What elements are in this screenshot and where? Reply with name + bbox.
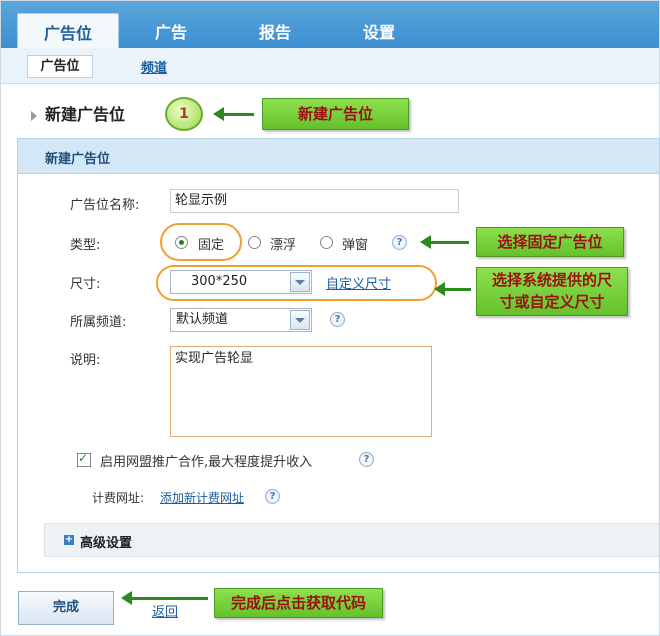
- arrow-icon: [434, 282, 471, 296]
- triangle-icon: [31, 110, 37, 121]
- radio-popup-label: 弹窗: [342, 238, 369, 253]
- advanced-settings[interactable]: + 高级设置: [44, 523, 659, 557]
- tab-settings[interactable]: 设置: [329, 15, 429, 48]
- radio-floating[interactable]: [248, 236, 261, 249]
- callout-fixed: 选择固定广告位: [476, 227, 624, 257]
- chevron-down-icon[interactable]: [290, 310, 310, 330]
- radio-fixed-label: 固定: [198, 238, 225, 253]
- done-button[interactable]: 完成: [18, 591, 114, 625]
- arrow-icon: [121, 591, 208, 605]
- advanced-settings-label: 高级设置: [80, 536, 133, 551]
- add-billing-link[interactable]: 添加新计费网址: [160, 489, 244, 506]
- arrow-icon: [213, 107, 254, 121]
- radio-fixed[interactable]: [175, 236, 188, 249]
- tab-ads[interactable]: 广告: [121, 15, 221, 48]
- callout-size: 选择系统提供的尺 寸或自定义尺寸: [476, 267, 628, 316]
- tab-reports[interactable]: 报告: [225, 15, 325, 48]
- panel-title: 新建广告位: [45, 152, 111, 167]
- help-icon[interactable]: ?: [359, 452, 374, 467]
- sub-nav: 广告位 频道: [1, 48, 659, 84]
- slot-name-input[interactable]: 轮显示例: [170, 189, 459, 213]
- size-label: 尺寸:: [70, 277, 101, 292]
- plus-icon[interactable]: +: [64, 535, 74, 545]
- chevron-down-icon[interactable]: [290, 272, 310, 292]
- page-title: 新建广告位: [31, 101, 125, 125]
- panel-header: 新建广告位: [18, 139, 659, 174]
- help-icon[interactable]: ?: [392, 235, 407, 250]
- subtab-channels[interactable]: 频道: [141, 57, 167, 76]
- radio-floating-label: 漂浮: [270, 238, 297, 253]
- tab-ad-slots[interactable]: 广告位: [17, 13, 119, 49]
- channel-select[interactable]: 默认频道: [170, 308, 312, 332]
- page-frame: 广告位 广告 报告 设置 广告位 频道 新建广告位 1 新建广告位 新建广告位 …: [0, 0, 660, 636]
- union-checkbox-label: 启用网盟推广合作,最大程度提升收入: [100, 455, 313, 470]
- channel-label: 所属频道:: [70, 315, 127, 330]
- help-icon[interactable]: ?: [330, 312, 345, 327]
- callout-new-slot: 新建广告位: [262, 98, 409, 130]
- channel-select-value: 默认频道: [176, 312, 229, 327]
- top-nav: 广告位 广告 报告 设置: [1, 1, 659, 49]
- subtab-ad-slots[interactable]: 广告位: [27, 55, 93, 78]
- size-select-value: 300*250: [191, 274, 248, 289]
- new-slot-panel: 新建广告位 广告位名称: 轮显示例 类型: 固定 漂浮 弹窗 ? 尺寸: 300…: [17, 138, 660, 573]
- name-label: 广告位名称:: [70, 198, 140, 213]
- callout-size-line2: 寸或自定义尺寸: [499, 293, 605, 311]
- desc-label: 说明:: [70, 353, 101, 368]
- custom-size-link[interactable]: 自定义尺寸: [326, 273, 391, 292]
- help-icon[interactable]: ?: [265, 489, 280, 504]
- step-badge: 1: [165, 97, 203, 131]
- union-checkbox[interactable]: [77, 451, 91, 467]
- arrow-icon: [420, 235, 469, 249]
- type-label: 类型:: [70, 238, 101, 253]
- size-select[interactable]: 300*250: [170, 270, 312, 294]
- callout-size-line1: 选择系统提供的尺: [491, 271, 612, 289]
- description-textarea[interactable]: 实现广告轮显: [170, 346, 432, 437]
- billing-label: 计费网址:: [92, 491, 145, 505]
- radio-popup[interactable]: [320, 236, 333, 249]
- back-link[interactable]: 返回: [152, 601, 178, 620]
- callout-done: 完成后点击获取代码: [214, 588, 383, 618]
